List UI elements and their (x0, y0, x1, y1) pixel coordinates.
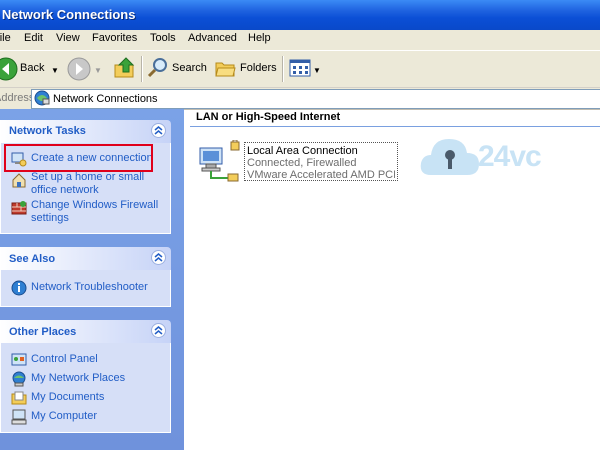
folders-icon (215, 62, 236, 77)
folders-button-icon[interactable] (214, 57, 236, 79)
menu-edit[interactable]: Edit (24, 32, 43, 44)
menu-favorites[interactable]: Favorites (92, 32, 137, 44)
change-firewall-link[interactable]: Change Windows Firewall settings (31, 199, 158, 225)
forward-button[interactable] (67, 57, 91, 81)
search-button[interactable]: Search (172, 62, 207, 74)
network-troubleshooter-link[interactable]: Network Troubleshooter (31, 281, 148, 293)
search-button-icon[interactable] (147, 57, 169, 79)
connection-status: Connected, Firewalled (247, 157, 357, 169)
toolbar-separator (141, 56, 143, 82)
menu-advanced[interactable]: Advanced (188, 32, 237, 44)
cloud-lock-watermark-icon (419, 133, 481, 179)
troubleshooter-icon[interactable] (11, 280, 27, 296)
address-label: Address (0, 92, 35, 104)
window-title: s Network Connections (1, 7, 136, 22)
connection-name[interactable]: Local Area Connection (247, 145, 358, 157)
folders-button[interactable]: Folders (240, 62, 277, 74)
back-button[interactable]: Back (20, 62, 44, 74)
back-button-icon[interactable] (0, 57, 18, 81)
network-places-icon[interactable] (11, 371, 27, 387)
watermark-text: 24vc (478, 140, 542, 173)
other-places-title: Other Places (9, 326, 77, 338)
chevron-up-icon (154, 326, 163, 335)
firewall-icon[interactable] (11, 200, 27, 216)
forward-dropdown-chevron-icon[interactable]: ▼ (94, 66, 102, 75)
back-arrow-icon (0, 57, 18, 81)
back-dropdown-chevron-icon[interactable]: ▼ (51, 66, 59, 75)
network-tasks-collapse-button[interactable] (151, 123, 166, 138)
network-connections-icon (34, 90, 50, 106)
menu-bar (0, 30, 600, 51)
group-header: LAN or High-Speed Internet (196, 111, 341, 123)
up-folder-button[interactable] (113, 56, 137, 80)
up-folder-icon (114, 57, 135, 78)
my-documents-icon[interactable] (11, 390, 27, 406)
control-panel-link[interactable]: Control Panel (31, 353, 98, 365)
my-documents-link[interactable]: My Documents (31, 391, 104, 403)
chevron-up-icon (154, 126, 163, 135)
address-input[interactable]: Network Connections (53, 93, 158, 105)
other-places-collapse-button[interactable] (151, 323, 166, 338)
local-area-connection-icon[interactable] (196, 139, 242, 182)
search-icon (147, 58, 167, 78)
chevron-up-icon (154, 253, 163, 262)
my-computer-icon[interactable] (11, 409, 27, 425)
forward-arrow-icon (67, 57, 91, 81)
views-icon (289, 59, 311, 77)
my-computer-link[interactable]: My Computer (31, 410, 97, 422)
control-panel-icon[interactable] (11, 352, 27, 368)
my-network-places-link[interactable]: My Network Places (31, 372, 125, 384)
menu-tools[interactable]: Tools (150, 32, 176, 44)
views-button[interactable] (289, 58, 311, 78)
menu-view[interactable]: View (56, 32, 80, 44)
views-dropdown-chevron-icon[interactable]: ▼ (313, 66, 321, 75)
home-network-icon[interactable] (11, 172, 27, 188)
connection-device: VMware Accelerated AMD PCN... (247, 169, 395, 181)
menu-file[interactable]: File (0, 32, 15, 44)
see-also-collapse-button[interactable] (151, 250, 166, 265)
see-also-title: See Also (9, 253, 56, 265)
toolbar-separator (282, 56, 284, 82)
highlight-box (4, 144, 153, 172)
network-tasks-title: Network Tasks (9, 125, 86, 137)
group-divider (190, 126, 600, 127)
home-network-link[interactable]: Set up a home or small office network (31, 171, 144, 197)
menu-help[interactable]: Help (248, 32, 271, 44)
